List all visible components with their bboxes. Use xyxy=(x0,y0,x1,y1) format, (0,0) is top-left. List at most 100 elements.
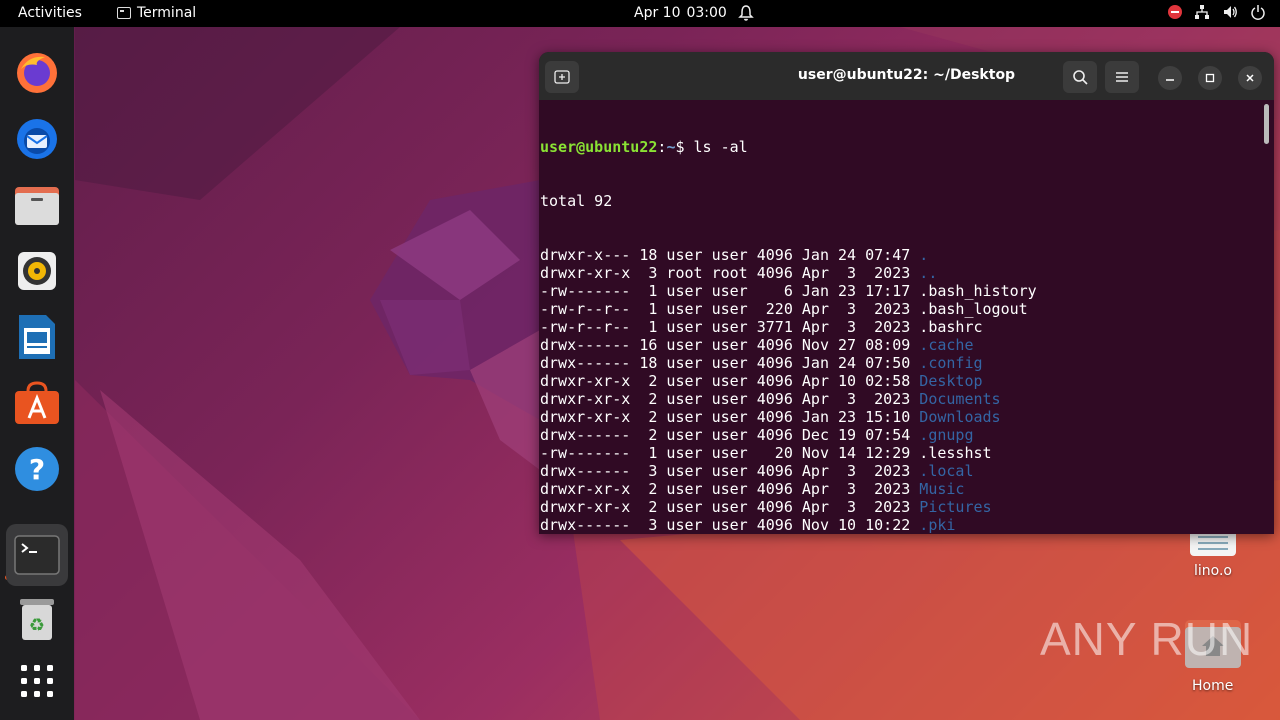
entry-meta: drwx------ 3 user user 4096 Apr 3 2023 xyxy=(540,462,920,480)
directory-name: .local xyxy=(919,462,974,480)
directory-name: Downloads xyxy=(919,408,1001,426)
date-label: Apr 10 xyxy=(634,5,681,21)
minimize-button[interactable] xyxy=(1158,66,1182,90)
menu-button[interactable] xyxy=(1105,61,1139,93)
terminal-icon xyxy=(117,7,131,19)
file-name: .lesshst xyxy=(919,444,992,462)
top-bar: Activities Terminal Apr 10 03:00 xyxy=(0,0,1280,27)
listing-row: -rw------- 1 user user 20 Nov 14 12:29 .… xyxy=(540,444,1260,462)
app-grid-icon xyxy=(21,665,53,697)
help-launcher[interactable]: ? xyxy=(11,443,63,495)
entry-meta: drwxr-xr-x 2 user user 4096 Apr 3 2023 xyxy=(540,390,920,408)
directory-name: Desktop xyxy=(919,372,983,390)
trash-launcher[interactable]: ♻ xyxy=(11,593,63,645)
listing-row: drwxr-xr-x 2 user user 4096 Apr 3 2023 P… xyxy=(540,498,1260,516)
search-icon xyxy=(1073,70,1088,85)
entry-meta: -rw------- 1 user user 6 Jan 23 17:17 xyxy=(540,282,920,300)
search-button[interactable] xyxy=(1063,61,1097,93)
directory-name: Documents xyxy=(919,390,1001,408)
prompt-command: $ ls -al xyxy=(675,138,748,156)
speaker-icon xyxy=(18,252,56,290)
svg-text:♻: ♻ xyxy=(29,615,45,636)
listing-row: -rw------- 1 user user 6 Jan 23 17:17 .b… xyxy=(540,282,1260,300)
directory-name: .gnupg xyxy=(919,426,974,444)
listing-row: drwxr-xr-x 3 root root 4096 Apr 3 2023 .… xyxy=(540,264,1260,282)
directory-name: .cache xyxy=(919,336,974,354)
directory-name: Pictures xyxy=(919,498,992,516)
terminal-launcher[interactable] xyxy=(6,524,68,586)
writer-launcher[interactable] xyxy=(11,311,63,363)
total-line: total 92 xyxy=(540,192,613,210)
listing-row: drwx------ 3 user user 4096 Nov 10 10:22… xyxy=(540,516,1260,534)
prompt-line: user@ubuntu22:~$ ls -al xyxy=(540,138,1260,156)
shopping-bag-icon xyxy=(15,381,59,424)
terminal-window[interactable]: user@ubuntu22: ~/Desktop user@ubuntu22:~… xyxy=(539,52,1274,534)
app-menu[interactable]: Terminal xyxy=(117,5,196,21)
listing-row: drwx------ 18 user user 4096 Jan 24 07:5… xyxy=(540,354,1260,372)
thunderbird-launcher[interactable] xyxy=(11,113,63,165)
power-icon[interactable] xyxy=(1250,4,1266,20)
files-launcher[interactable] xyxy=(11,179,63,231)
hamburger-icon xyxy=(1116,72,1128,82)
network-icon[interactable] xyxy=(1194,4,1210,20)
listing-row: drwxr-xr-x 2 user user 4096 Apr 3 2023 M… xyxy=(540,480,1260,498)
desktop-file-label[interactable]: lino.o xyxy=(1194,563,1232,579)
listing-row: drwxr-xr-x 2 user user 4096 Apr 3 2023 D… xyxy=(540,390,1260,408)
firefox-launcher[interactable] xyxy=(11,47,63,99)
entry-meta: drwxr-xr-x 2 user user 4096 Jan 23 15:10 xyxy=(540,408,920,426)
clock[interactable]: Apr 10 03:00 xyxy=(634,5,727,21)
listing-row: drwxr-xr-x 2 user user 4096 Apr 10 02:58… xyxy=(540,372,1260,390)
listing-row: drwx------ 2 user user 4096 Dec 19 07:54… xyxy=(540,426,1260,444)
minimize-icon xyxy=(1166,79,1174,81)
bell-icon[interactable] xyxy=(738,4,754,22)
entry-meta: drwx------ 18 user user 4096 Jan 24 07:5… xyxy=(540,354,920,372)
listing-row: drwx------ 3 user user 4096 Apr 3 2023 .… xyxy=(540,462,1260,480)
directory-name: .config xyxy=(919,354,983,372)
close-icon xyxy=(1246,74,1254,82)
anyrun-watermark: ANY RUN xyxy=(1040,613,1254,665)
maximize-button[interactable] xyxy=(1198,66,1222,90)
software-launcher[interactable] xyxy=(11,377,63,429)
system-tray[interactable] xyxy=(1168,4,1266,20)
activities-button[interactable]: Activities xyxy=(18,5,82,21)
entry-meta: drwx------ 2 user user 4096 Dec 19 07:54 xyxy=(540,426,920,444)
scrollbar[interactable] xyxy=(1264,104,1269,144)
rhythmbox-launcher[interactable] xyxy=(11,245,63,297)
entry-meta: drwx------ 16 user user 4096 Nov 27 08:0… xyxy=(540,336,920,354)
do-not-disturb-icon[interactable] xyxy=(1168,5,1182,19)
prompt-user: user@ubuntu22 xyxy=(540,138,658,156)
directory-name: . xyxy=(919,246,929,264)
entry-meta: drwxr-xr-x 2 user user 4096 Apr 3 2023 xyxy=(540,498,920,516)
maximize-icon xyxy=(1205,73,1215,83)
entry-meta: -rw-r--r-- 1 user user 3771 Apr 3 2023 xyxy=(540,318,920,336)
file-name: .bash_logout xyxy=(919,300,1028,318)
directory-name: Music xyxy=(919,480,965,498)
trash-icon: ♻ xyxy=(20,599,54,640)
document-icon xyxy=(19,315,55,359)
close-button[interactable] xyxy=(1238,66,1262,90)
svg-text:?: ? xyxy=(29,453,45,486)
firefox-icon xyxy=(17,53,57,93)
folder-icon xyxy=(15,187,59,225)
entry-meta: drwxr-xr-x 2 user user 4096 Apr 3 2023 xyxy=(540,480,920,498)
listing-row: drwxr-x--- 18 user user 4096 Jan 24 07:4… xyxy=(540,246,1260,264)
terminal-icon xyxy=(14,535,60,575)
app-name: Terminal xyxy=(137,5,197,21)
time-label: 03:00 xyxy=(686,5,727,21)
volume-icon[interactable] xyxy=(1222,4,1238,20)
terminal-output[interactable]: user@ubuntu22:~$ ls -al total 92 drwxr-x… xyxy=(540,102,1260,534)
thunderbird-icon xyxy=(17,119,57,159)
entry-meta: drwxr-xr-x 2 user user 4096 Apr 10 02:58 xyxy=(540,372,920,390)
home-label[interactable]: Home xyxy=(1192,678,1233,694)
entry-meta: -rw-r--r-- 1 user user 220 Apr 3 2023 xyxy=(540,300,920,318)
listing-row: drwx------ 16 user user 4096 Nov 27 08:0… xyxy=(540,336,1260,354)
directory-name: .pki xyxy=(919,516,956,534)
terminal-header[interactable]: user@ubuntu22: ~/Desktop xyxy=(539,52,1274,100)
listing-row: drwxr-xr-x 2 user user 4096 Jan 23 15:10… xyxy=(540,408,1260,426)
file-name: .bash_history xyxy=(919,282,1037,300)
listing-row: -rw-r--r-- 1 user user 3771 Apr 3 2023 .… xyxy=(540,318,1260,336)
show-applications-button[interactable] xyxy=(11,655,63,707)
file-name: .bashrc xyxy=(919,318,983,336)
help-icon: ? xyxy=(15,447,59,491)
entry-meta: drwx------ 3 user user 4096 Nov 10 10:22 xyxy=(540,516,920,534)
